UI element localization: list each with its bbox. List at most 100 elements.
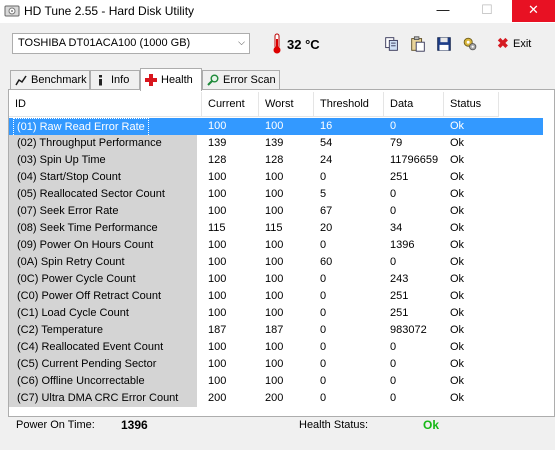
table-row[interactable]: (07) Seek Error Rate 100 100 67 0 Ok — [9, 203, 543, 220]
tab-info-label: Info — [111, 74, 130, 86]
column-header-data[interactable]: Data — [384, 92, 444, 117]
table-row[interactable]: (09) Power On Hours Count 100 100 0 1396 Ok — [9, 237, 543, 254]
column-header-id[interactable]: ID — [9, 92, 202, 117]
row-status: Ok — [450, 222, 465, 234]
table-row[interactable]: (01) Raw Read Error Rate 100 100 16 0 Ok — [9, 118, 543, 137]
info-icon — [99, 75, 102, 86]
row-worst: 100 — [265, 171, 284, 183]
exit-label: Exit — [513, 38, 532, 50]
row-current: 100 — [208, 290, 227, 302]
table-row[interactable]: (C7) Ultra DMA CRC Error Count 200 200 0 0 Ok — [9, 390, 543, 407]
table-row[interactable]: (C0) Power Off Retract Count 100 100 0 251 Ok — [9, 288, 543, 305]
table-row[interactable]: (C6) Offline Uncorrectable 100 100 0 0 Ok — [9, 373, 543, 390]
row-current: 100 — [208, 273, 227, 285]
column-header-current[interactable]: Current — [202, 92, 259, 117]
maximize-button[interactable]: ☐ — [468, 0, 506, 22]
row-worst: 100 — [265, 307, 284, 319]
magnifier-icon — [207, 74, 219, 86]
row-worst: 100 — [265, 273, 284, 285]
row-threshold: 0 — [320, 392, 327, 404]
power-on-time-label: Power On Time: — [16, 419, 95, 431]
row-threshold: 0 — [320, 171, 327, 183]
table-row[interactable]: (0C) Power Cycle Count 100 100 0 243 Ok — [9, 271, 543, 288]
row-threshold: 0 — [320, 375, 327, 387]
table-row[interactable]: (C4) Reallocated Event Count 100 100 0 0 Ok — [9, 339, 543, 356]
row-current: 100 — [208, 205, 227, 217]
row-id: (C6) Offline Uncorrectable — [9, 373, 197, 390]
row-id: (C2) Temperature — [9, 322, 197, 339]
row-data: 0 — [390, 392, 397, 404]
row-worst: 139 — [265, 137, 284, 149]
row-threshold: 54 — [320, 137, 333, 149]
row-current: 100 — [208, 256, 227, 268]
tab-info[interactable]: Info — [90, 70, 140, 89]
minimize-button[interactable]: — — [424, 0, 462, 22]
options-icon[interactable] — [460, 34, 480, 54]
row-id: (01) Raw Read Error Rate — [9, 118, 197, 137]
column-header-worst[interactable]: Worst — [259, 92, 314, 117]
row-worst: 128 — [265, 154, 284, 166]
row-data: 243 — [390, 273, 409, 285]
drive-select-value: TOSHIBA DT01ACA100 (1000 GB) — [18, 37, 191, 49]
row-current: 100 — [208, 239, 227, 251]
paste-icon[interactable] — [408, 34, 428, 54]
table-row[interactable]: (C1) Load Cycle Count 100 100 0 251 Ok — [9, 305, 543, 322]
row-status: Ok — [450, 307, 465, 319]
row-threshold: 0 — [320, 358, 327, 370]
row-id: (0A) Spin Retry Count — [9, 254, 197, 271]
hard-disk-app-icon — [4, 5, 20, 17]
save-icon[interactable] — [434, 34, 454, 54]
row-id: (C4) Reallocated Event Count — [9, 339, 197, 356]
table-row[interactable]: (05) Reallocated Sector Count 100 100 5 0 Ok — [9, 186, 543, 203]
tab-health-label: Health — [161, 74, 193, 86]
row-current: 100 — [208, 307, 227, 319]
tab-error-scan[interactable]: Error Scan — [202, 70, 280, 89]
table-row[interactable]: (08) Seek Time Performance 115 115 20 34 Ok — [9, 220, 543, 237]
row-id: (C7) Ultra DMA CRC Error Count — [9, 390, 197, 407]
row-data: 251 — [390, 290, 409, 302]
row-status: Ok — [450, 341, 465, 353]
row-worst: 100 — [265, 188, 284, 200]
table-row[interactable]: (0A) Spin Retry Count 100 100 60 0 Ok — [9, 254, 543, 271]
drive-select[interactable]: TOSHIBA DT01ACA100 (1000 GB) ⌵ — [12, 33, 250, 54]
row-threshold: 20 — [320, 222, 333, 234]
table-row[interactable]: (03) Spin Up Time 128 128 24 11796659 Ok — [9, 152, 543, 169]
row-threshold: 0 — [320, 341, 327, 353]
row-data: 983072 — [390, 324, 427, 336]
column-header-threshold[interactable]: Threshold — [314, 92, 384, 117]
row-data: 79 — [390, 137, 403, 149]
title-bar: HD Tune 2.55 - Hard Disk Utility — ☐ ✕ — [0, 0, 555, 23]
row-status: Ok — [450, 256, 465, 268]
row-current: 100 — [208, 188, 227, 200]
row-worst: 100 — [265, 341, 284, 353]
row-threshold: 5 — [320, 188, 327, 200]
row-id: (08) Seek Time Performance — [9, 220, 197, 237]
row-data: 251 — [390, 307, 409, 319]
table-row[interactable]: (04) Start/Stop Count 100 100 0 251 Ok — [9, 169, 543, 186]
row-worst: 100 — [265, 239, 284, 251]
tab-benchmark[interactable]: Benchmark — [10, 70, 90, 89]
row-threshold: 60 — [320, 256, 333, 268]
copy-icon[interactable] — [382, 34, 402, 54]
row-threshold: 16 — [320, 120, 333, 132]
row-worst: 100 — [265, 205, 284, 217]
benchmark-icon — [15, 75, 27, 86]
table-row[interactable]: (C2) Temperature 187 187 0 983072 Ok — [9, 322, 543, 339]
column-header-status[interactable]: Status — [444, 92, 499, 117]
row-id: (04) Start/Stop Count — [9, 169, 197, 186]
table-row[interactable]: (C5) Current Pending Sector 100 100 0 0 Ok — [9, 356, 543, 373]
row-status: Ok — [450, 120, 465, 132]
health-status-label: Health Status: — [299, 419, 369, 431]
row-current: 139 — [208, 137, 227, 149]
tab-health[interactable]: Health — [140, 68, 202, 91]
power-on-time-value: 1396 — [121, 418, 148, 432]
row-worst: 187 — [265, 324, 284, 336]
row-status: Ok — [450, 239, 465, 251]
row-current: 115 — [208, 222, 226, 234]
row-data: 0 — [390, 205, 397, 217]
smart-attribute-table[interactable]: ID Current Worst Threshold Data Status (… — [9, 92, 543, 407]
row-data: 11796659 — [390, 154, 439, 166]
table-row[interactable]: (02) Throughput Performance 139 139 54 79 Ok — [9, 135, 543, 152]
close-button[interactable]: ✕ — [512, 0, 555, 22]
row-threshold: 0 — [320, 307, 327, 319]
